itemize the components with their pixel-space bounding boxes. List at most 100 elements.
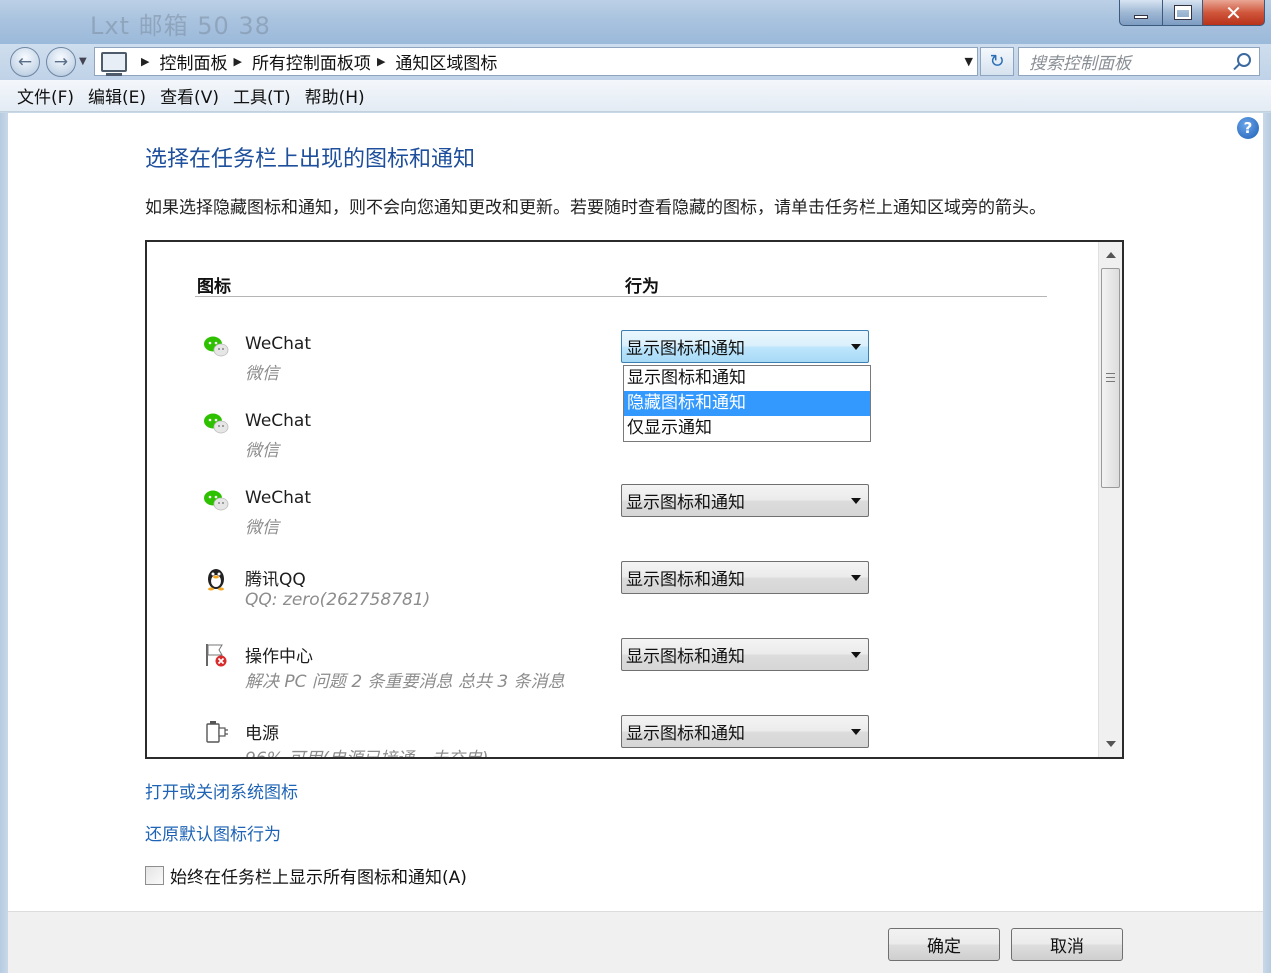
behavior-dropdown-value: 显示图标和通知 bbox=[626, 493, 745, 513]
cancel-button[interactable]: 取消 bbox=[1011, 928, 1123, 961]
menu-view[interactable]: 查看(V) bbox=[153, 83, 226, 108]
menu-bar: 文件(F) 编辑(E) 查看(V) 工具(T) 帮助(H) bbox=[0, 80, 1271, 112]
computer-icon bbox=[101, 51, 127, 76]
list-item: 腾讯QQ QQ: zero(262758781) 显示图标和通知 bbox=[203, 561, 1073, 631]
forward-button[interactable]: → bbox=[46, 47, 76, 77]
list-item: WeChat 微信 显示图标和通知 bbox=[203, 484, 1073, 554]
address-dropdown-icon[interactable]: ▼ bbox=[965, 55, 973, 68]
grip-icon bbox=[1106, 373, 1115, 385]
chevron-down-icon bbox=[851, 344, 861, 350]
recent-pages-dropdown-icon[interactable]: ▼ bbox=[79, 56, 87, 67]
item-description: 解决 PC 问题 2 条重要消息 总共 3 条消息 bbox=[245, 672, 565, 692]
action-center-flag-icon bbox=[206, 644, 227, 667]
ok-button[interactable]: 确定 bbox=[888, 928, 1000, 961]
notification-icons-list[interactable]: 图标 行为 WeChat 微信 显示图标和通知 WeChat 微信 WeChat… bbox=[145, 240, 1124, 759]
item-name: 腾讯QQ bbox=[245, 570, 306, 590]
close-icon: ✕ bbox=[1225, 0, 1242, 25]
vertical-scrollbar[interactable] bbox=[1098, 242, 1122, 757]
close-button[interactable]: ✕ bbox=[1203, 0, 1265, 26]
title-bar: Lxt 邮箱 50 38 ✕ bbox=[0, 0, 1271, 44]
maximize-button[interactable] bbox=[1163, 0, 1203, 26]
back-arrow-icon: ← bbox=[17, 52, 33, 72]
behavior-dropdown[interactable]: 显示图标和通知 bbox=[621, 715, 869, 748]
item-description: 微信 bbox=[245, 518, 279, 538]
wechat-icon bbox=[204, 413, 229, 434]
always-show-all-checkbox[interactable] bbox=[145, 866, 164, 885]
behavior-dropdown[interactable]: 显示图标和通知 bbox=[621, 561, 869, 594]
breadcrumb-separator-icon[interactable]: ▶ bbox=[377, 55, 385, 68]
behavior-dropdown-value: 显示图标和通知 bbox=[626, 647, 745, 667]
behavior-dropdown-value: 显示图标和通知 bbox=[626, 724, 745, 744]
breadcrumb-all-items[interactable]: 所有控制面板项 bbox=[252, 49, 371, 74]
list-item: 操作中心 解决 PC 问题 2 条重要消息 总共 3 条消息 显示图标和通知 bbox=[203, 638, 1073, 708]
wechat-icon bbox=[204, 336, 229, 357]
link-turn-system-icons-on-off[interactable]: 打开或关闭系统图标 bbox=[145, 778, 298, 803]
forward-arrow-icon: → bbox=[53, 52, 69, 72]
item-name: WeChat bbox=[245, 334, 311, 354]
menu-tools[interactable]: 工具(T) bbox=[226, 83, 298, 108]
behavior-dropdown[interactable]: 显示图标和通知 bbox=[621, 330, 869, 363]
column-header-behavior: 行为 bbox=[625, 277, 659, 297]
minimize-button[interactable] bbox=[1119, 0, 1163, 26]
item-name: 电源 bbox=[245, 724, 279, 744]
item-name: WeChat bbox=[245, 411, 311, 431]
breadcrumb-separator-icon[interactable]: ▶ bbox=[233, 55, 241, 68]
qq-penguin-icon bbox=[208, 569, 224, 591]
behavior-dropdown-options: 显示图标和通知 隐藏图标和通知 仅显示通知 bbox=[623, 365, 871, 442]
back-button[interactable]: ← bbox=[10, 47, 40, 77]
scroll-down-icon[interactable] bbox=[1106, 741, 1116, 747]
behavior-dropdown[interactable]: 显示图标和通知 bbox=[621, 638, 869, 671]
scrollbar-thumb[interactable] bbox=[1101, 268, 1120, 488]
address-bar[interactable]: ▶ 控制面板 ▶ 所有控制面板项 ▶ 通知区域图标 ▼ bbox=[94, 47, 978, 76]
page-description: 如果选择隐藏图标和通知，则不会向您通知更改和更新。若要随时查看隐藏的图标，请单击… bbox=[145, 198, 1046, 218]
option-hide-icon-and-notifications[interactable]: 隐藏图标和通知 bbox=[624, 391, 870, 416]
search-placeholder: 搜索控制面板 bbox=[1029, 54, 1131, 74]
option-only-show-notifications[interactable]: 仅显示通知 bbox=[624, 416, 870, 441]
help-glyph: ? bbox=[1243, 119, 1253, 137]
minimize-icon bbox=[1134, 14, 1148, 19]
power-plug-icon bbox=[206, 721, 228, 743]
refresh-button[interactable]: ↻ bbox=[980, 47, 1014, 76]
menu-file[interactable]: 文件(F) bbox=[10, 83, 81, 108]
content-pane: ? 选择在任务栏上出现的图标和通知 如果选择隐藏图标和通知，则不会向您通知更改和… bbox=[8, 113, 1263, 911]
menu-edit[interactable]: 编辑(E) bbox=[81, 83, 153, 108]
wechat-icon bbox=[204, 490, 229, 511]
window-controls: ✕ bbox=[1119, 0, 1265, 26]
breadcrumb-control-panel[interactable]: 控制面板 bbox=[159, 49, 227, 74]
column-header-icon: 图标 bbox=[197, 277, 231, 297]
chevron-down-icon bbox=[851, 652, 861, 658]
search-input[interactable]: 搜索控制面板 bbox=[1018, 47, 1260, 76]
dialog-footer: 确定 取消 bbox=[8, 911, 1263, 973]
link-restore-default-behaviors[interactable]: 还原默认图标行为 bbox=[145, 820, 281, 845]
breadcrumb-separator-icon[interactable]: ▶ bbox=[141, 55, 149, 68]
item-description: QQ: zero(262758781) bbox=[245, 590, 431, 610]
page-title: 选择在任务栏上出现的图标和通知 bbox=[145, 147, 476, 172]
chevron-down-icon bbox=[851, 575, 861, 581]
window-frame-left bbox=[0, 113, 8, 973]
search-icon[interactable] bbox=[1237, 53, 1251, 67]
behavior-dropdown-value: 显示图标和通知 bbox=[626, 570, 745, 590]
always-show-all-label[interactable]: 始终在任务栏上显示所有图标和通知(A) bbox=[170, 863, 467, 888]
chevron-down-icon bbox=[851, 498, 861, 504]
list-item: 电源 96% 可用(电源已接通，未充电) 显示图标和通知 bbox=[203, 715, 1073, 759]
address-toolbar: ← → ▼ ▶ 控制面板 ▶ 所有控制面板项 ▶ 通知区域图标 ▼ ↻ 搜索控制… bbox=[0, 44, 1271, 80]
header-divider bbox=[195, 296, 1047, 297]
help-icon[interactable]: ? bbox=[1237, 117, 1259, 139]
always-show-all-option: 始终在任务栏上显示所有图标和通知(A) bbox=[145, 863, 467, 888]
behavior-dropdown[interactable]: 显示图标和通知 bbox=[621, 484, 869, 517]
scroll-up-icon[interactable] bbox=[1106, 252, 1116, 258]
item-description: 微信 bbox=[245, 364, 279, 384]
refresh-icon: ↻ bbox=[989, 51, 1005, 72]
background-window-title: Lxt 邮箱 50 38 bbox=[90, 12, 271, 40]
chevron-down-icon bbox=[851, 729, 861, 735]
item-description: 96% 可用(电源已接通，未充电) bbox=[245, 749, 489, 759]
item-description: 微信 bbox=[245, 441, 279, 461]
item-name: 操作中心 bbox=[245, 647, 313, 667]
item-name: WeChat bbox=[245, 488, 311, 508]
maximize-icon bbox=[1173, 5, 1192, 20]
breadcrumb-notification-icons[interactable]: 通知区域图标 bbox=[395, 49, 497, 74]
menu-help[interactable]: 帮助(H) bbox=[298, 83, 372, 108]
option-show-icon-and-notifications[interactable]: 显示图标和通知 bbox=[624, 366, 870, 391]
window-frame-right bbox=[1263, 113, 1271, 973]
behavior-dropdown-value: 显示图标和通知 bbox=[626, 339, 745, 359]
